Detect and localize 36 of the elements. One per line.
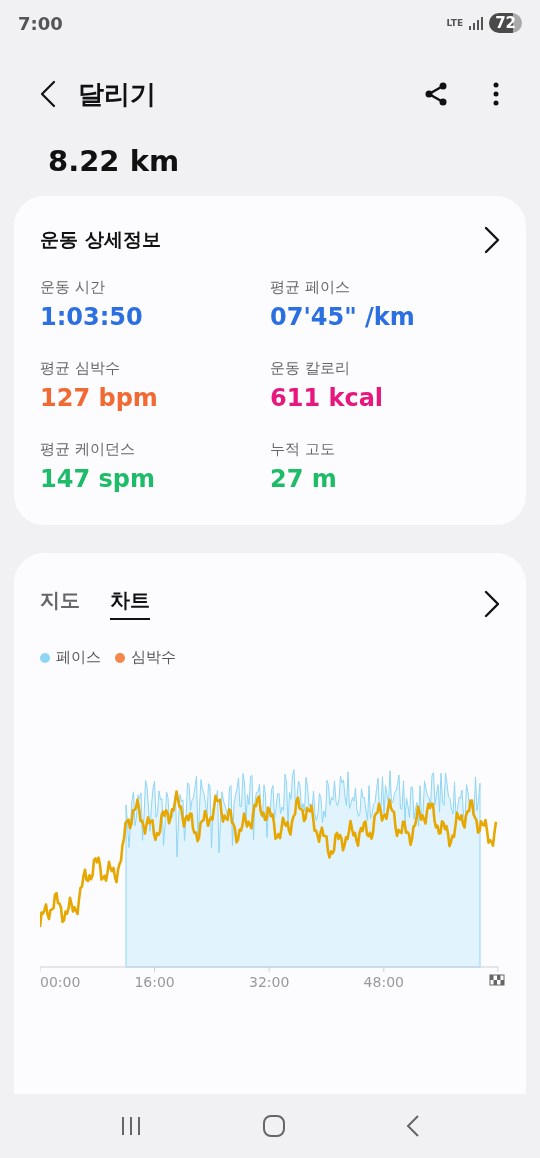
recent-apps-icon[interactable]: [120, 1116, 142, 1136]
back-nav-icon[interactable]: [406, 1114, 420, 1138]
total-distance: 8.22 km: [48, 144, 180, 178]
metric-label: 평균 페이스: [270, 278, 351, 297]
metric-label: 누적 고도: [270, 440, 336, 459]
chevron-right-icon[interactable]: [484, 226, 500, 254]
finish-flag-icon: [489, 974, 505, 986]
clock: 7:00: [18, 12, 63, 34]
metric-value: 27 m: [270, 465, 338, 493]
metric-value: 07'45" /km: [270, 303, 416, 331]
axis-label: 00:00: [40, 974, 81, 989]
chevron-right-icon[interactable]: [484, 589, 500, 618]
battery-level: 72: [489, 13, 522, 33]
tab[interactable]: 차트: [110, 587, 150, 620]
axis-label: 16:00: [134, 974, 175, 989]
share-icon[interactable]: [424, 82, 448, 106]
more-icon[interactable]: [492, 82, 500, 106]
signal-icon: [469, 16, 484, 30]
home-icon[interactable]: [262, 1114, 286, 1138]
metric-value: 611 kcal: [270, 384, 385, 412]
metric-value: 127 bpm: [40, 384, 159, 412]
metric-label: 운동 칼로리: [270, 359, 351, 378]
tab[interactable]: 지도: [40, 587, 80, 620]
metric-label: 운동 시간: [40, 278, 106, 297]
section-title: 운동 상세정보: [40, 227, 161, 252]
page-title: 달리기: [78, 77, 157, 111]
network-type: LTE: [446, 18, 464, 28]
metric-value: 1:03:50: [40, 303, 144, 331]
legend-label: 심박수: [131, 648, 176, 667]
axis-label: 48:00: [363, 974, 404, 989]
metric-label: 평균 케이던스: [40, 440, 136, 459]
back-icon[interactable]: [40, 80, 56, 108]
legend-label: 페이스: [56, 648, 101, 667]
axis-label: 32:00: [249, 974, 290, 989]
metric-value: 147 spm: [40, 465, 156, 493]
metric-label: 평균 심박수: [40, 359, 121, 378]
